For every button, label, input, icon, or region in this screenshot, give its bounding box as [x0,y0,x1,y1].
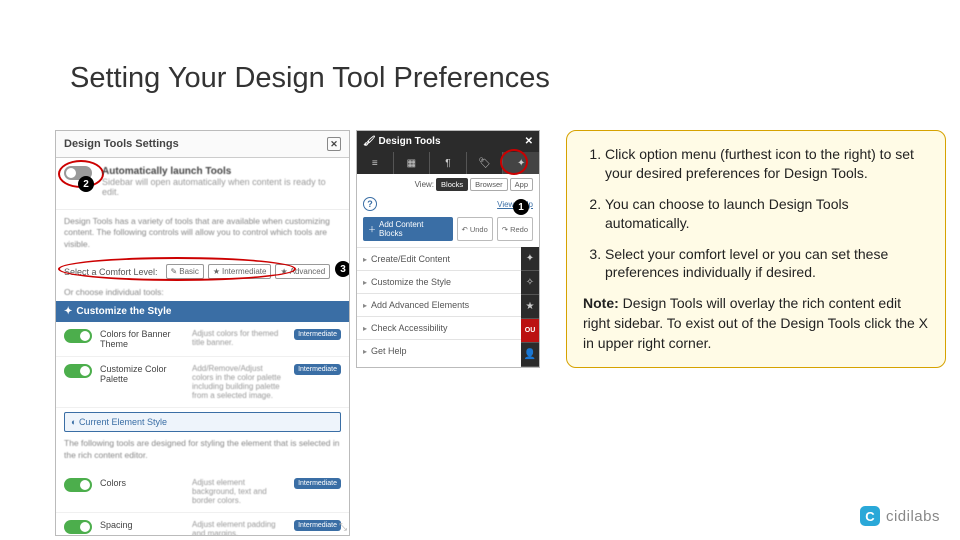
tab-icon-settings[interactable]: ✦ [503,152,539,174]
view-row: View: Blocks Browser App [357,174,539,195]
add-blocks-row: ＋ Add Content Blocks ↶ Undo ↷ Redo [357,217,539,247]
rail-star-icon[interactable]: ★ [521,295,539,319]
tool-badge: Intermediate [294,520,341,531]
or-choose-label: Or choose individual tools: [56,285,349,301]
slide-title: Setting Your Design Tool Preferences [70,62,550,95]
settings-header-title: Design Tools Settings [64,138,179,150]
section-customize-style[interactable]: ✦ Customize the Style [56,301,349,322]
rail-settings-icon[interactable]: ✦ [521,247,539,271]
instruction-item: Select your comfort level or you can set… [605,245,931,283]
help-icon[interactable]: ? [363,197,377,211]
tool-badge: Intermediate [294,329,341,340]
toggle-color-palette[interactable] [64,364,92,378]
rail-sparkle-icon[interactable]: ✧ [521,271,539,295]
toggle-banner-colors[interactable] [64,329,92,343]
toggle-spacing[interactable] [64,520,92,534]
tab-icon-tag[interactable]: 🏷 [467,152,504,174]
auto-launch-title: Automatically launch Tools [102,166,341,177]
instructions-note: Note: Design Tools will overlay the rich… [583,294,931,353]
current-element-style-bar[interactable]: ◐ Current Element Style [64,412,341,432]
comfort-basic[interactable]: ✎ Basic [166,264,204,279]
toggle-colors[interactable] [64,478,92,492]
tool-name: Spacing [100,520,184,530]
comfort-intermediate[interactable]: ★ Intermediate [208,264,272,279]
dt-header: 🖌 Design Tools ✕ [357,131,539,152]
instruction-item: You can choose to launch Design Tools au… [605,195,931,233]
dt-icon-toolbar: ≡ ▦ ¶ 🏷 ✦ [357,152,539,174]
auto-launch-desc: Sidebar will open automatically when con… [102,177,341,197]
rail-ou-icon[interactable]: OU [521,319,539,343]
tool-desc: Adjust element background, text and bord… [192,478,286,505]
redo-button[interactable]: ↷ Redo [497,217,533,241]
tool-badge: Intermediate [294,478,341,489]
help-row: ? View Help [357,195,539,217]
logo-text: cidilabs [886,508,940,525]
tool-row-spacing: Spacing Adjust element padding and margi… [56,513,349,536]
tool-row-banner-colors: Colors for Banner Theme Adjust colors fo… [56,322,349,357]
instruction-item: Click option menu (furthest icon to the … [605,145,931,183]
menu-check-accessibility[interactable]: Check Accessibility [357,316,521,339]
callout-2: 2 [78,176,94,192]
settings-panel: Design Tools Settings ✕ 2 Automatically … [55,130,350,536]
view-label: View: [415,180,434,189]
comfort-advanced[interactable]: ★ Advanced [275,264,330,279]
tool-name: Colors [100,478,184,488]
resize-handle-icon[interactable]: ⤡ [339,522,347,533]
tool-desc: Adjust element padding and margins. [192,520,286,536]
tool-row-colors: Colors Adjust element background, text a… [56,471,349,513]
callout-1: 1 [513,199,529,215]
view-browser[interactable]: Browser [470,178,508,191]
tool-desc: Adjust colors for themed title banner. [192,329,286,347]
close-icon[interactable]: ✕ [525,136,533,147]
tool-row-color-palette: Customize Color Palette Add/Remove/Adjus… [56,357,349,408]
tab-icon-list[interactable]: ≡ [357,152,394,174]
view-blocks[interactable]: Blocks [436,178,468,191]
footer-logo: C cidilabs [860,506,940,526]
tab-icon-grid[interactable]: ▦ [394,152,431,174]
menu-advanced-elements[interactable]: Add Advanced Elements [357,293,521,316]
settings-header: Design Tools Settings ✕ [56,131,349,158]
comfort-level-row: Select a Comfort Level: ✎ Basic ★ Interm… [56,260,349,285]
tool-desc: Add/Remove/Adjust colors in the color pa… [192,364,286,400]
menu-get-help[interactable]: Get Help [357,339,521,362]
undo-button[interactable]: ↶ Undo [457,217,493,241]
callout-3: 3 [335,261,350,277]
tool-name: Customize Color Palette [100,364,184,384]
rail-person-icon[interactable]: 👤 [521,343,539,367]
logo-mark: C [860,506,880,526]
menu-customize-style[interactable]: Customize the Style [357,270,521,293]
comfort-label: Select a Comfort Level: [64,267,158,277]
element-style-paragraph: The following tools are designed for sty… [56,436,349,471]
tool-badge: Intermediate [294,364,341,375]
tool-name: Colors for Banner Theme [100,329,184,349]
view-app[interactable]: App [510,178,533,191]
instructions-list: Click option menu (furthest icon to the … [583,145,931,282]
instructions-box: Click option menu (furthest icon to the … [566,130,946,368]
design-tools-sidebar: 🖌 Design Tools ✕ ≡ ▦ ¶ 🏷 ✦ 1 View: Block… [356,130,540,368]
close-icon[interactable]: ✕ [327,137,341,151]
right-rail: ✦ ✧ ★ OU 👤 [521,247,539,367]
auto-launch-row: 2 Automatically launch Tools Sidebar wil… [56,158,349,210]
add-content-blocks-button[interactable]: ＋ Add Content Blocks [363,217,453,241]
menu-create-edit[interactable]: Create/Edit Content [357,247,521,270]
variety-paragraph: Design Tools has a variety of tools that… [56,210,349,260]
tab-icon-text[interactable]: ¶ [430,152,467,174]
dt-title: Design Tools [378,136,440,147]
